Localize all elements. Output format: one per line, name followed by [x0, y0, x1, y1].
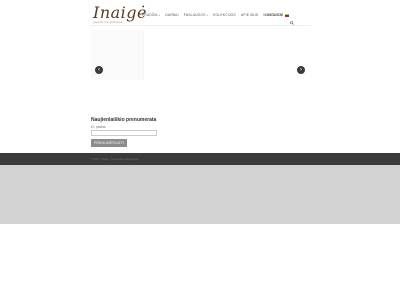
newsletter-title: Naujienlaiškio prenumerata	[91, 117, 157, 123]
page-background-band	[0, 165, 400, 224]
nav-item-kolekcijos[interactable]: KOLEKCIJOS	[213, 13, 236, 17]
language-selector[interactable]: LANGUAGE	[265, 12, 290, 18]
brand-tagline: juvelyrinė dirbtuvė	[93, 20, 123, 24]
slider-next-button[interactable]: ›	[297, 66, 305, 74]
nav-item-label: PASLAUGOS	[183, 13, 206, 17]
email-field[interactable]	[91, 130, 157, 136]
nav-item-pradzia[interactable]: PRADŽIA▾	[142, 13, 160, 17]
newsletter-form: Naujienlaiškio prenumerata El. paštas PR…	[91, 117, 211, 147]
footer-copyright: © 2017 Inaigė. Visos teisės saugomos	[91, 157, 139, 161]
header-divider	[91, 25, 311, 26]
nav-item-apie-mus[interactable]: APIE MUS	[241, 13, 258, 17]
nav-item-paslaugos[interactable]: PASLAUGOS▾	[184, 13, 208, 17]
page-bottom-area	[0, 224, 400, 300]
site-header: Inaigė juvelyrinė dirbtuvė PRADŽIA▾ DARB…	[0, 0, 400, 27]
nav-item-label: PRADŽIA	[142, 13, 158, 17]
chevron-down-icon: ▾	[158, 14, 161, 17]
nav-item-label: DARBAI	[165, 13, 179, 17]
subscribe-button[interactable]: PRENUMERUOTI	[91, 139, 127, 147]
lithuania-flag-icon	[285, 13, 290, 17]
nav-item-label: KOLEKCIJOS	[213, 13, 236, 17]
slider-prev-button[interactable]: ‹	[95, 66, 103, 74]
chevron-down-icon: ▾	[206, 14, 209, 17]
language-label: LANGUAGE	[265, 13, 284, 17]
nav-item-darbai[interactable]: DARBAI	[165, 13, 178, 17]
site-footer: © 2017 Inaigė. Visos teisės saugomos	[0, 153, 400, 165]
nav-item-label: APIE MUS	[240, 13, 259, 17]
main-nav: PRADŽIA▾ DARBAI PASLAUGOS▾ KOLEKCIJOS AP…	[142, 12, 283, 18]
image-slider: ‹ ›	[91, 30, 310, 112]
search-icon[interactable]	[290, 12, 294, 25]
email-label: El. paštas	[91, 125, 106, 129]
